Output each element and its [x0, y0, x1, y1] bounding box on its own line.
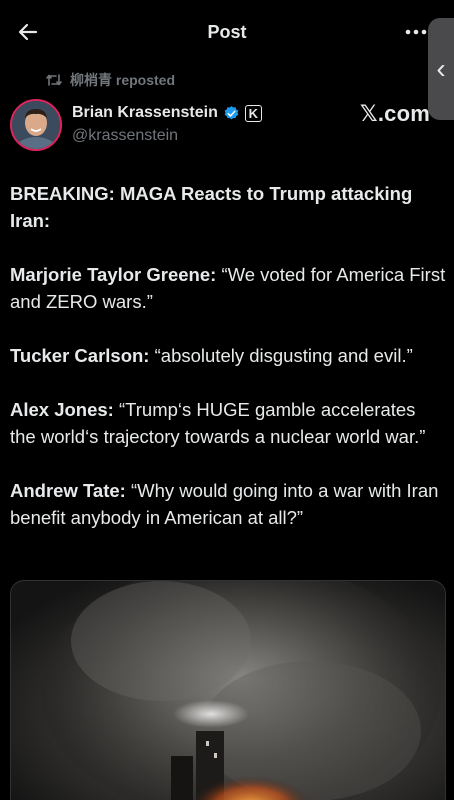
quote-speaker: Andrew Tate: [10, 480, 126, 501]
quote-item: Alex Jones: “Trump‘s HUGE gamble acceler… [10, 396, 446, 450]
x-watermark: 𝕏.com [359, 101, 430, 126]
repost-indicator[interactable]: 柳梢青 reposted [46, 70, 175, 90]
repost-text: 柳梢青 reposted [70, 72, 176, 88]
quote-speaker: Alex Jones: [10, 399, 114, 420]
quote-item: Andrew Tate: “Why would going into a war… [10, 477, 446, 531]
author-name-row[interactable]: Brian Krassenstein K [72, 104, 262, 122]
chevron-left-icon: ‹ [436, 53, 446, 84]
verified-badge-icon [224, 105, 239, 119]
repost-icon [46, 74, 62, 86]
post-screen: Post ‹ 柳梢青 reposted Brian Krassenstein K… [0, 0, 454, 800]
quote-item: Tucker Carlson: “absolutely disgusting a… [10, 342, 446, 369]
page-title: Post [207, 21, 247, 42]
post-headline: BREAKING: MAGA Reacts to Trump attacking… [10, 180, 446, 234]
author-name: Brian Krassenstein [72, 104, 218, 121]
author-handle[interactable]: @krassenstein [72, 127, 178, 145]
avatar-image [12, 101, 60, 149]
media-image [41, 581, 441, 800]
more-options-button[interactable] [404, 20, 428, 44]
side-panel-handle[interactable]: ‹ [428, 18, 454, 120]
arrow-left-icon [18, 23, 38, 41]
quote-speaker: Tucker Carlson: [10, 345, 150, 366]
post-text: BREAKING: MAGA Reacts to Trump attacking… [10, 180, 446, 558]
more-horizontal-icon [405, 29, 427, 35]
headline-text: BREAKING: MAGA Reacts to Trump attacking… [10, 183, 413, 231]
quote-item: Marjorie Taylor Greene: “We voted for Am… [10, 261, 446, 315]
back-button[interactable] [14, 18, 42, 46]
quote-text: “absolutely disgusting and evil.” [149, 345, 413, 366]
affiliate-badge: K [244, 104, 262, 122]
top-bar: Post [0, 0, 454, 64]
quote-speaker: Marjorie Taylor Greene: [10, 264, 217, 285]
avatar[interactable] [10, 99, 62, 151]
post-media[interactable] [10, 580, 446, 800]
